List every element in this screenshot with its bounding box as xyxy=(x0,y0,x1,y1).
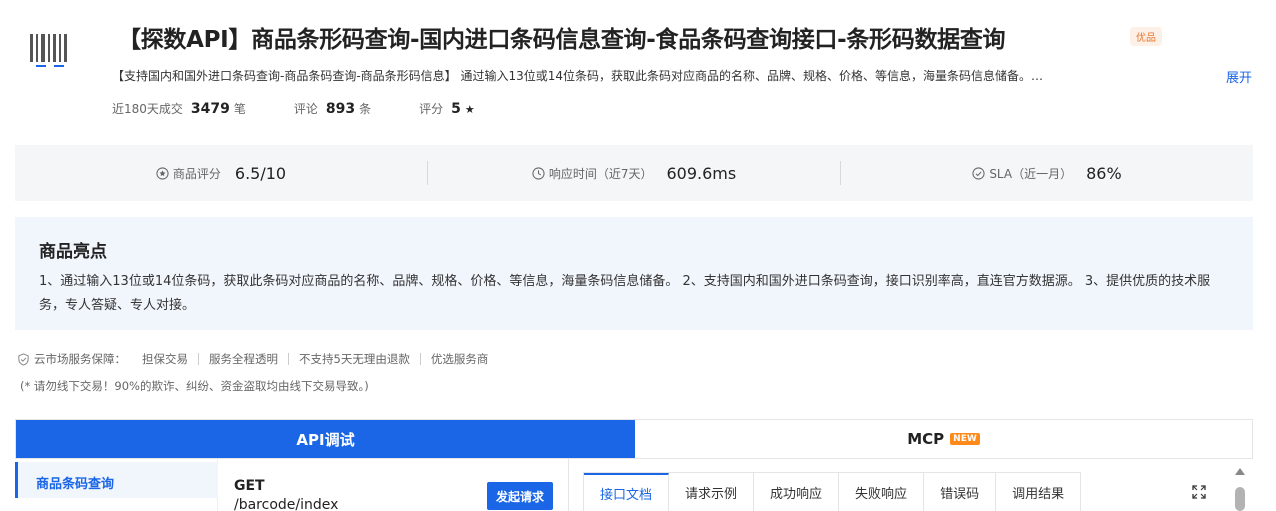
service-guarantee: 云市场服务保障： 担保交易 服务全程透明 不支持5天无理由退款 优选服务商 xyxy=(17,351,498,367)
guarantee-lead: 云市场服务保障： xyxy=(34,352,126,366)
scrollbar-thumb[interactable] xyxy=(1235,487,1245,511)
sales-unit: 笔 xyxy=(233,102,246,116)
metric-label: 商品评分 xyxy=(172,166,221,181)
check-circle-icon xyxy=(972,166,985,180)
metric-value: 6.5/10 xyxy=(234,163,287,183)
review-label: 评论 xyxy=(293,102,318,116)
metric-label: 响应时间（近7天） xyxy=(548,166,653,181)
product-stats: 近180天成交 3479 笔 评论 893 条 评分 5 ★ xyxy=(112,100,523,117)
tab-failure-response[interactable]: 失败响应 xyxy=(839,473,925,511)
tab-error-codes[interactable]: 错误码 xyxy=(924,473,997,511)
product-description: 【支持国内和国外进口条码查询-商品条码查询-商品条形码信息】 通过输入13位或1… xyxy=(112,69,1044,83)
metrics-bar: 商品评分 6.5/10 响应时间（近7天） 609.6ms SLA（近一月） 8… xyxy=(15,145,1253,201)
tab-mcp[interactable]: MCP NEW xyxy=(635,420,1252,458)
product-title: 【探数API】商品条形码查询-国内进口条码信息查询-食品条码查询接口-条形码数据… xyxy=(118,27,1006,53)
guarantee-item: 优选服务商 xyxy=(419,353,499,365)
doc-tabs: 接口文档 请求示例 成功响应 失败响应 错误码 调用结果 xyxy=(583,472,1082,511)
highlights-panel: 商品亮点 1、通过输入13位或14位条码，获取此条码对应商品的名称、品牌、规格、… xyxy=(15,217,1253,330)
sales-value: 3479 xyxy=(190,101,230,117)
metric-label: SLA（近一月） xyxy=(989,166,1073,181)
premium-badge: 优品 xyxy=(1130,27,1162,46)
metric-rating: 商品评分 6.5/10 xyxy=(15,161,428,185)
tab-request-example[interactable]: 请求示例 xyxy=(669,473,755,511)
sidebar-item-barcode-query[interactable]: 商品条码查询 xyxy=(15,462,218,498)
tab-mcp-label: MCP xyxy=(907,430,945,448)
rating-label: 评分 xyxy=(419,102,444,116)
guarantee-item: 服务全程透明 xyxy=(198,353,288,365)
send-request-button[interactable]: 发起请求 xyxy=(487,482,553,510)
metric-response-time: 响应时间（近7天） 609.6ms xyxy=(428,161,841,185)
endpoint-path: /barcode/index xyxy=(234,497,339,511)
debug-tabs: API调试 MCP NEW xyxy=(15,419,1253,459)
guarantee-item: 不支持5天无理由退款 xyxy=(288,353,420,365)
tab-api-docs[interactable]: 接口文档 xyxy=(584,473,670,511)
barcode-logo-icon xyxy=(30,34,67,67)
highlights-heading: 商品亮点 xyxy=(39,242,107,262)
new-badge: NEW xyxy=(950,433,980,445)
review-unit: 条 xyxy=(359,102,372,116)
star-circle-icon xyxy=(156,166,169,180)
scroll-up-arrow-icon[interactable] xyxy=(1234,466,1246,476)
tab-success-response[interactable]: 成功响应 xyxy=(754,473,840,511)
request-panel: GET /barcode/index 发起请求 xyxy=(218,459,569,511)
api-sidebar: 商品条码查询 xyxy=(15,459,218,511)
tab-api-debug[interactable]: API调试 xyxy=(16,420,635,458)
metric-value: 86% xyxy=(1086,163,1122,183)
metric-value: 609.6ms xyxy=(666,163,737,183)
offline-trade-warning: (* 请勿线下交易！90%的欺诈、纠纷、资金盗取均由线下交易导致。) xyxy=(20,379,369,393)
star-icon: ★ xyxy=(464,103,475,116)
clock-icon xyxy=(532,166,545,180)
shield-check-icon xyxy=(18,352,29,366)
http-method: GET xyxy=(234,478,265,494)
sales-label: 近180天成交 xyxy=(112,102,183,116)
highlights-text: 1、通过输入13位或14位条码，获取此条码对应商品的名称、品牌、规格、价格、等信… xyxy=(39,274,1211,313)
tab-call-results[interactable]: 调用结果 xyxy=(996,473,1080,511)
metric-sla: SLA（近一月） 86% xyxy=(841,161,1253,185)
review-value: 893 xyxy=(325,101,356,117)
expand-link[interactable]: 展开 xyxy=(1226,67,1252,86)
guarantee-item: 担保交易 xyxy=(142,352,188,366)
rating-value: 5 xyxy=(451,101,461,117)
fullscreen-icon[interactable] xyxy=(1192,485,1206,499)
